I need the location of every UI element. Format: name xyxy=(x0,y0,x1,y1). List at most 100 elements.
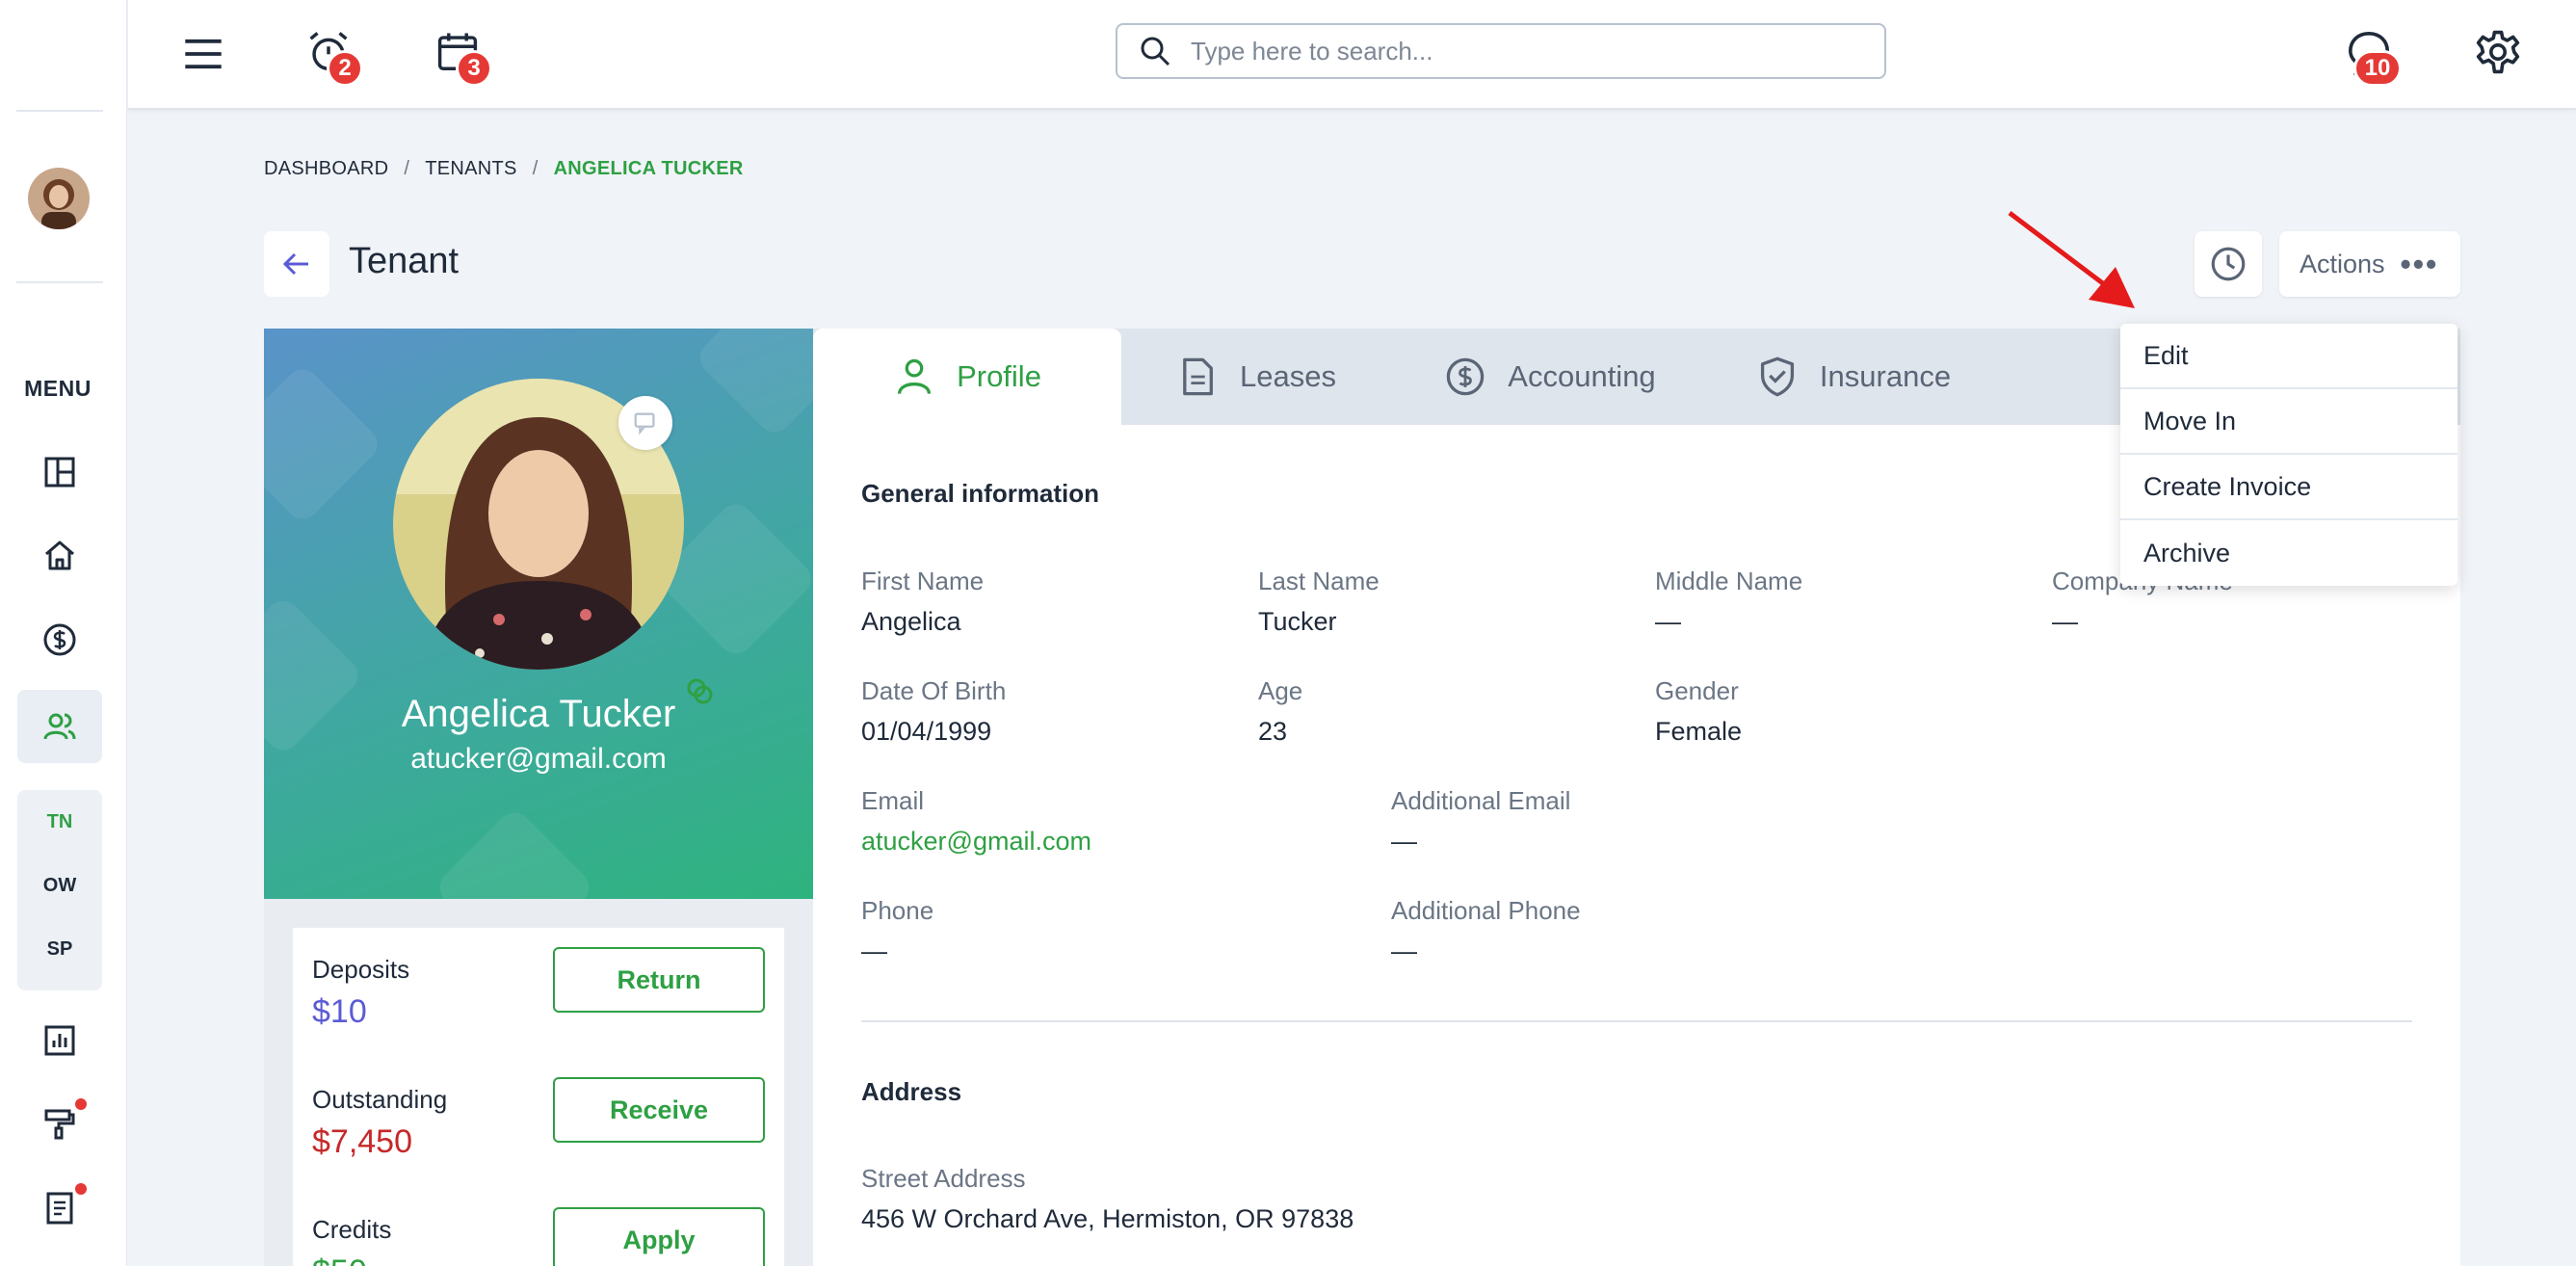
annotation-arrow-icon xyxy=(2008,211,2135,308)
street-address-value: 456 W Orchard Ave, Hermiston, OR 97838 xyxy=(861,1204,1354,1233)
return-button[interactable]: Return xyxy=(553,947,765,1013)
menu-label: MENU xyxy=(24,376,92,401)
breadcrumb-current: ANGELICA TUCKER xyxy=(553,158,744,179)
history-button[interactable] xyxy=(2195,231,2262,297)
additional-email-value: — xyxy=(1391,827,1417,856)
more-dots-icon: ••• xyxy=(2400,247,2439,281)
page-title: Tenant xyxy=(349,241,460,281)
chart-icon xyxy=(44,1025,75,1056)
breadcrumb-separator: / xyxy=(404,158,410,179)
tab-accounting[interactable]: Accounting xyxy=(1391,329,1709,425)
submenu-tenants[interactable]: TN xyxy=(17,811,102,833)
actions-menu: Edit Move In Create Invoice Archive xyxy=(2120,324,2458,586)
profile-card: Angelica Tucker atucker@gmail.com xyxy=(264,329,813,899)
breadcrumb: DASHBOARD / TENANTS / ANGELICA TUCKER xyxy=(264,158,744,180)
credits-value: $50 xyxy=(312,1253,367,1266)
tab-label: Leases xyxy=(1240,359,1336,393)
sidebar-divider xyxy=(16,110,103,112)
document-icon xyxy=(46,1192,73,1225)
breadcrumb-separator: / xyxy=(532,158,539,179)
chat-icon xyxy=(634,412,655,435)
calendar-badge: 3 xyxy=(456,50,492,87)
user-avatar[interactable] xyxy=(28,168,90,229)
arrow-left-icon xyxy=(282,252,308,276)
messages-badge: 10 xyxy=(2353,50,2402,87)
additional-email-label: Additional Email xyxy=(1391,786,1571,815)
tab-insurance[interactable]: Insurance xyxy=(1709,329,1998,425)
sidebar-item-properties[interactable] xyxy=(17,518,102,592)
tab-label: Profile xyxy=(957,359,1041,393)
general-info-title: General information xyxy=(861,479,1100,508)
tenant-name: Angelica Tucker xyxy=(401,693,676,735)
first-name-value: Angelica xyxy=(861,607,961,636)
search-bar xyxy=(1116,23,1886,79)
company-name-value: — xyxy=(2052,607,2078,636)
breadcrumb-tenants[interactable]: TENANTS xyxy=(425,158,516,180)
people-submenu: TN OW SP xyxy=(17,790,102,990)
age-label: Age xyxy=(1258,676,1303,705)
street-address-label: Street Address xyxy=(861,1164,1026,1193)
last-name-label: Last Name xyxy=(1258,567,1380,595)
menu-item-create-invoice[interactable]: Create Invoice xyxy=(2120,455,2458,520)
dob-label: Date Of Birth xyxy=(861,676,1007,705)
dashboard-icon xyxy=(44,457,75,488)
section-divider xyxy=(861,1020,2412,1022)
deposits-value: $10 xyxy=(312,993,367,1030)
receive-button[interactable]: Receive xyxy=(553,1077,765,1143)
search-icon xyxy=(1141,37,1170,66)
credits-label: Credits xyxy=(312,1215,392,1244)
tenant-email: atucker@gmail.com xyxy=(410,743,667,775)
menu-item-edit[interactable]: Edit xyxy=(2120,324,2458,389)
sidebar-item-reports[interactable] xyxy=(17,1004,102,1077)
notification-dot xyxy=(75,1098,87,1110)
breadcrumb-dashboard[interactable]: DASHBOARD xyxy=(264,158,388,180)
dollar-icon xyxy=(1447,357,1485,396)
submenu-service-pros[interactable]: SP xyxy=(17,938,102,961)
gender-label: Gender xyxy=(1655,676,1739,705)
middle-name-value: — xyxy=(1655,607,1681,636)
shield-icon xyxy=(1760,356,1794,397)
balances-card: Deposits $10 Return Outstanding $7,450 R… xyxy=(293,928,784,1266)
menu-item-move-in[interactable]: Move In xyxy=(2120,389,2458,455)
alarm-badge: 2 xyxy=(327,50,363,87)
chat-bubble-button[interactable] xyxy=(618,396,672,450)
gear-icon[interactable] xyxy=(2471,25,2525,79)
email-link[interactable]: atucker@gmail.com xyxy=(861,827,1091,857)
submenu-owners[interactable]: OW xyxy=(17,875,102,897)
notification-dot xyxy=(75,1183,87,1195)
sidebar-item-dashboard[interactable] xyxy=(17,435,102,509)
tab-profile[interactable]: Profile xyxy=(813,329,1121,425)
tab-leases[interactable]: Leases xyxy=(1121,329,1391,425)
person-icon xyxy=(898,358,932,395)
search-input[interactable] xyxy=(1191,36,1865,66)
email-label: Email xyxy=(861,786,925,815)
clock-icon xyxy=(2211,247,2246,281)
sidebar-item-people[interactable] xyxy=(17,690,102,763)
phone-value: — xyxy=(861,936,887,965)
sidebar-divider xyxy=(16,281,103,283)
phone-label: Phone xyxy=(861,896,934,925)
actions-button[interactable]: Actions ••• xyxy=(2279,231,2460,297)
outstanding-value: $7,450 xyxy=(312,1123,412,1160)
gender-value: Female xyxy=(1655,717,1743,746)
tab-label: Insurance xyxy=(1819,359,1952,393)
middle-name-label: Middle Name xyxy=(1655,567,1803,595)
sidebar-item-maintenance[interactable] xyxy=(17,1087,102,1160)
back-button[interactable] xyxy=(264,231,329,297)
apply-button[interactable]: Apply xyxy=(553,1207,765,1266)
sidebar: MENU TN OW SP xyxy=(0,0,127,1266)
sidebar-item-documents[interactable] xyxy=(17,1172,102,1245)
balances-panel: Deposits $10 Return Outstanding $7,450 R… xyxy=(264,899,813,1266)
document-icon xyxy=(1183,357,1213,396)
dob-value: 01/04/1999 xyxy=(861,717,992,746)
people-icon xyxy=(43,713,76,740)
hamburger-menu-icon[interactable] xyxy=(176,27,230,81)
menu-item-archive[interactable]: Archive xyxy=(2120,520,2458,586)
last-name-value: Tucker xyxy=(1258,607,1337,636)
tab-label: Accounting xyxy=(1508,359,1656,393)
first-name-label: First Name xyxy=(861,567,985,595)
home-icon xyxy=(45,541,74,570)
age-value: 23 xyxy=(1258,717,1288,746)
sidebar-item-accounting[interactable] xyxy=(17,603,102,676)
dollar-icon xyxy=(43,623,76,656)
